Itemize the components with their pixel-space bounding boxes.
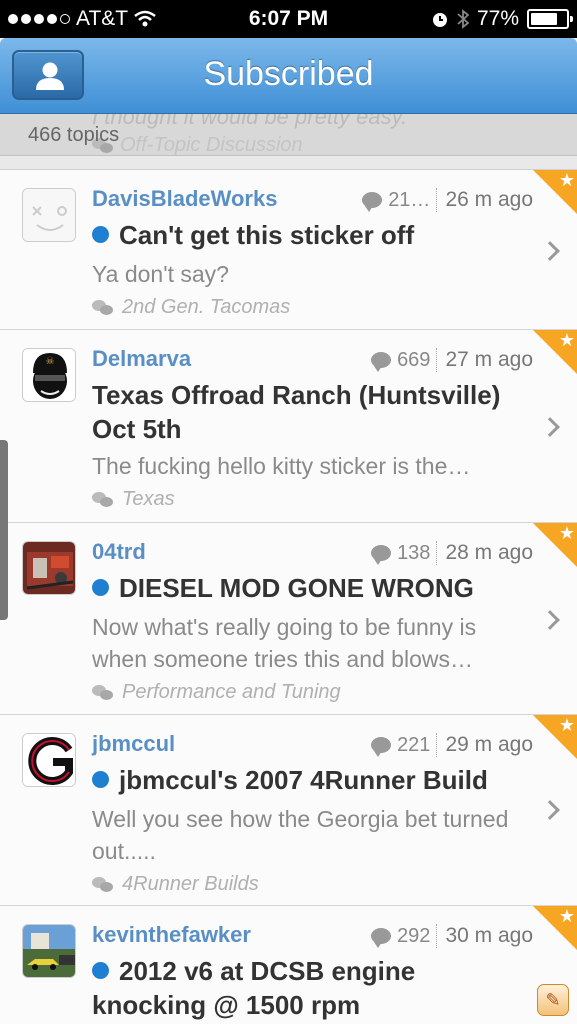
- topic-row[interactable]: jbmccul 221 29 m ago jbmccul's 2007 4Run…: [0, 715, 577, 906]
- ghost-forum-label: Off-Topic Discussion: [120, 134, 303, 156]
- last-post-time: 30 m ago: [436, 924, 533, 948]
- topic-snippet: The fucking hello kitty sticker is the…: [92, 453, 471, 479]
- topic-forum: Texas: [92, 488, 175, 511]
- topic-author[interactable]: kevinthefawker: [92, 922, 251, 948]
- subscribed-star-icon: ★: [533, 170, 577, 214]
- battery-fill: [531, 13, 557, 25]
- forum-bubbles-icon: [92, 684, 114, 701]
- topics-count: 466 topics: [28, 124, 120, 146]
- topic-author[interactable]: 04trd: [92, 539, 146, 565]
- unread-dot-icon: [92, 962, 109, 979]
- topic-title[interactable]: 2012 v6 at DCSB engine knocking @ 1500 r…: [92, 954, 521, 1022]
- replies-icon: [371, 352, 392, 372]
- topic-title[interactable]: jbmccul's 2007 4Runner Build: [92, 763, 521, 797]
- bluetooth-icon: [457, 9, 469, 29]
- topic-forum: 2nd Gen. Tacomas: [92, 296, 290, 319]
- replies-icon: [371, 737, 392, 757]
- replies-icon: [371, 545, 392, 565]
- topic-row[interactable]: 04trd 138 28 m ago DIESEL MOD GONE WRONG…: [0, 523, 577, 715]
- topic-forum: 4Runner Builds: [92, 873, 259, 896]
- last-post-time: 27 m ago: [436, 348, 533, 372]
- page-title: Subscribed: [203, 55, 374, 93]
- compose-button[interactable]: ✎: [537, 984, 569, 1016]
- topic-meta: 221 29 m ago: [371, 733, 533, 757]
- chevron-right-icon: [540, 800, 560, 820]
- battery-icon: [527, 9, 573, 29]
- status-right: 77%: [431, 7, 573, 31]
- chevron-right-icon: [540, 241, 560, 261]
- topic-row[interactable]: kevinthefawker 292 30 m ago 2012 v6 at D…: [0, 906, 577, 1024]
- subscribed-star-icon: ★: [533, 330, 577, 374]
- battery-percent: 77%: [476, 7, 519, 30]
- reply-count: 21…: [388, 188, 431, 211]
- reply-count: 138: [397, 541, 431, 564]
- forum-bubbles-icon: [92, 491, 114, 508]
- chevron-right-icon: [540, 417, 560, 437]
- georgia-g-avatar[interactable]: [22, 733, 76, 787]
- ghost-snippet: I thought it would be pretty easy.: [92, 114, 408, 129]
- topic-title[interactable]: Can't get this sticker off: [92, 218, 521, 252]
- reply-count: 292: [397, 924, 431, 947]
- forum-bubbles-icon: [92, 299, 114, 316]
- topic-forum: Performance and Tuning: [92, 681, 341, 704]
- replies-icon: [371, 928, 392, 948]
- chevron-right-icon: [540, 610, 560, 630]
- topic-title[interactable]: DIESEL MOD GONE WRONG: [92, 571, 521, 605]
- masked-face-avatar[interactable]: ☠: [22, 348, 76, 402]
- reply-count: 221: [397, 733, 431, 756]
- forum-bubbles-icon: [92, 876, 114, 893]
- topic-title[interactable]: Texas Offroad Ranch (Huntsville) Oct 5th: [92, 378, 521, 446]
- pencil-icon: ✎: [545, 989, 561, 1010]
- topic-meta: 21… 26 m ago: [362, 188, 533, 212]
- ghost-forum: Off-Topic Discussion: [92, 134, 303, 156]
- topic-author[interactable]: jbmccul: [92, 731, 175, 757]
- engine-photo-avatar[interactable]: [22, 541, 76, 595]
- unread-dot-icon: [92, 771, 109, 788]
- topic-row[interactable]: ☠ Delmarva 669 27 m ago Texas Offroad Ra…: [0, 330, 577, 523]
- alarm-icon: [432, 13, 447, 27]
- default-face-avatar[interactable]: [22, 188, 76, 242]
- replies-icon: [362, 192, 383, 212]
- topic-meta: 292 30 m ago: [371, 924, 533, 948]
- status-bar: AT&T 6:07 PM 77%: [0, 0, 577, 38]
- topic-author[interactable]: DavisBladeWorks: [92, 186, 277, 212]
- car-photo-avatar[interactable]: [22, 924, 76, 978]
- topic-row[interactable]: DavisBladeWorks 21… 26 m ago Can't get t…: [0, 170, 577, 330]
- list-separator: [0, 156, 577, 170]
- topic-meta: 669 27 m ago: [371, 348, 533, 372]
- unread-dot-icon: [92, 226, 109, 243]
- topic-snippet: Ya don't say?: [92, 261, 229, 287]
- topic-snippet: Well you see how the Georgia bet turned …: [92, 806, 509, 864]
- pull-refresh-strip: I thought it would be pretty easy. Off-T…: [0, 114, 577, 156]
- subscribed-star-icon: ★: [533, 906, 577, 950]
- svg-text:☠: ☠: [46, 356, 55, 367]
- unread-dot-icon: [92, 579, 109, 596]
- last-post-time: 26 m ago: [436, 188, 533, 212]
- last-post-time: 29 m ago: [436, 733, 533, 757]
- subscribed-star-icon: ★: [533, 523, 577, 567]
- topic-meta: 138 28 m ago: [371, 541, 533, 565]
- topic-snippet: Now what's really going to be funny is w…: [92, 614, 477, 672]
- side-drawer-handle[interactable]: [0, 440, 8, 620]
- last-post-time: 28 m ago: [436, 541, 533, 565]
- topic-author[interactable]: Delmarva: [92, 346, 191, 372]
- navigation-bar: Subscribed: [0, 38, 577, 114]
- subscribed-star-icon: ★: [533, 715, 577, 759]
- reply-count: 669: [397, 348, 431, 371]
